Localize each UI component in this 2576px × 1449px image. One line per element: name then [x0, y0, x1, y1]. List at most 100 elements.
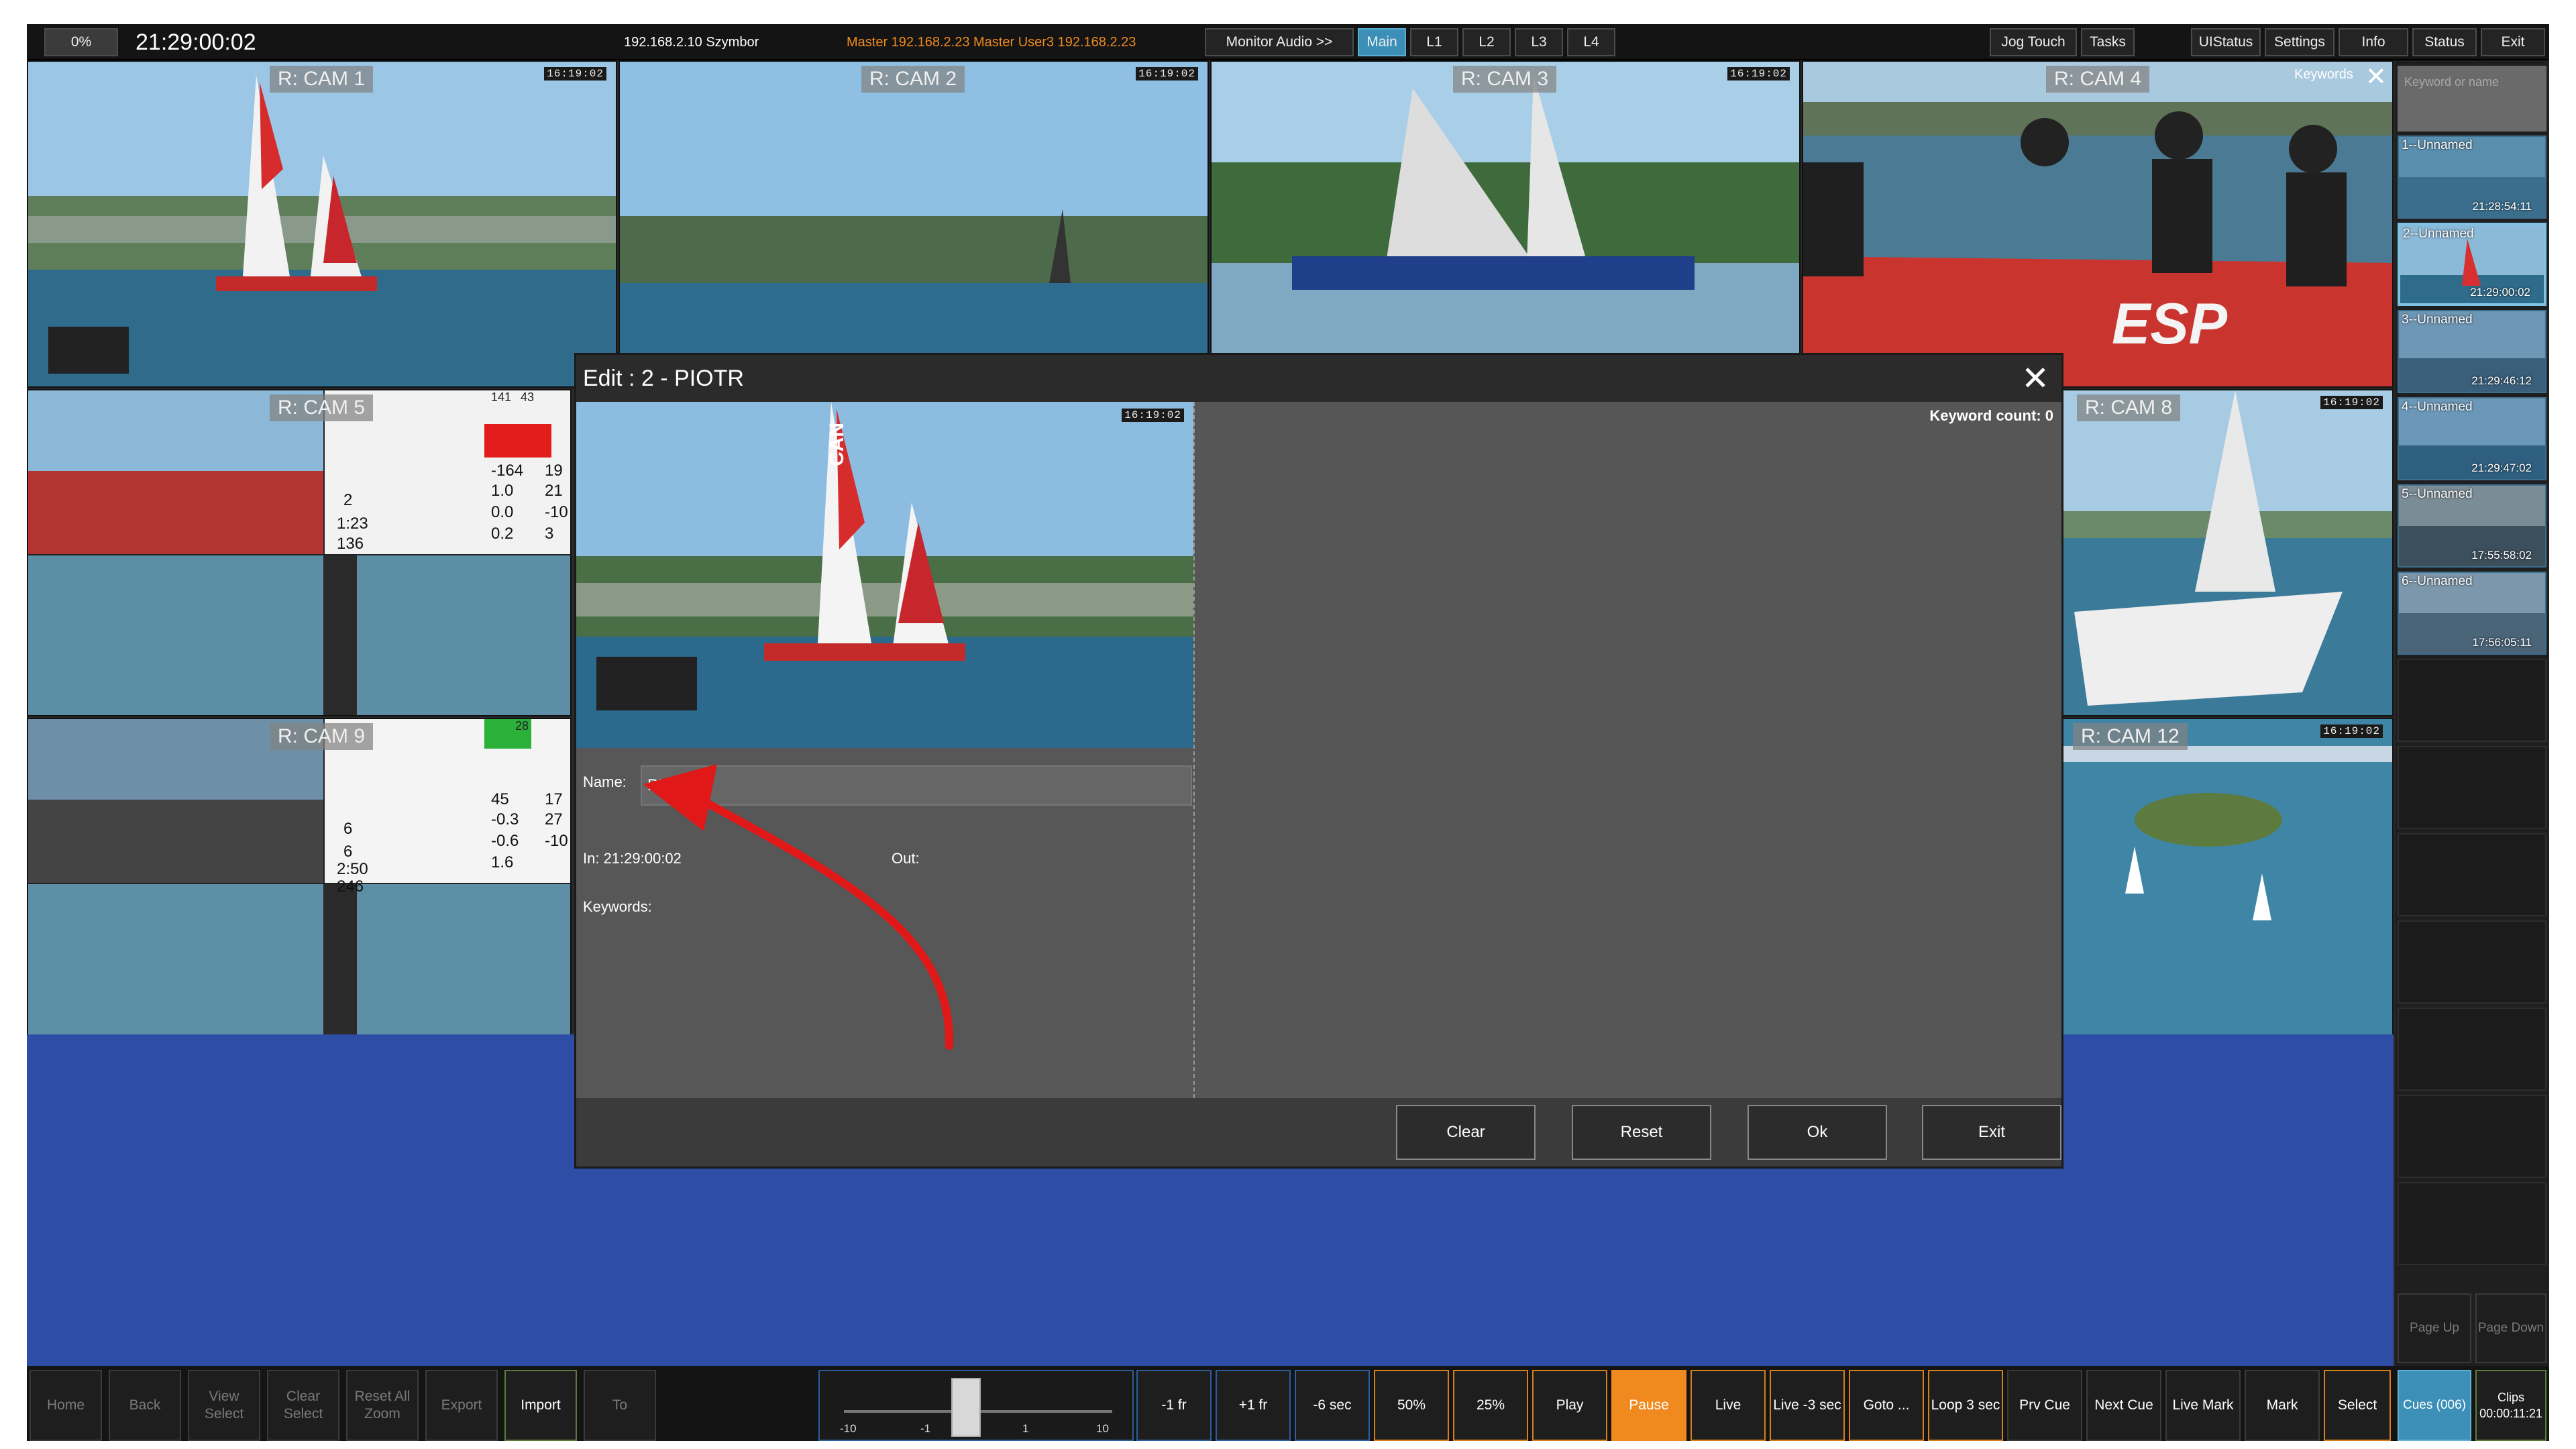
minus-1-frame-button[interactable]: -1 fr: [1136, 1370, 1212, 1441]
jog-slider[interactable]: -10 -1 1 10: [818, 1370, 1134, 1441]
view-select-button[interactable]: View Select: [188, 1370, 260, 1441]
page-up-button[interactable]: Page Up: [2398, 1293, 2471, 1363]
cue-item-6[interactable]: 6--Unnamed 17:56:05:11: [2398, 572, 2546, 655]
jog-handle[interactable]: [951, 1378, 981, 1437]
cam2-tile[interactable]: R: CAM 2 16:19:02: [619, 60, 1209, 388]
cue-item-2[interactable]: 2--Unnamed 21:29:00:02: [2398, 223, 2546, 306]
cue-item-5[interactable]: 5--Unnamed 17:55:58:02: [2398, 484, 2546, 568]
cam9-stat-8: 1.6: [491, 853, 514, 871]
cam5-label: R: CAM 5: [270, 394, 374, 421]
jog-label-minus10: -10: [840, 1422, 857, 1435]
goto-button[interactable]: Goto ...: [1849, 1370, 1924, 1441]
uistatus-button[interactable]: UIStatus: [2191, 28, 2261, 56]
jog-touch-button[interactable]: Jog Touch: [1990, 28, 2077, 56]
keyword-search-input[interactable]: Keyword or name: [2398, 66, 2546, 131]
cam9-stat-6: -0.6: [491, 832, 519, 850]
plus-1-frame-button[interactable]: +1 fr: [1216, 1370, 1291, 1441]
page-down-button[interactable]: Page Down: [2475, 1293, 2546, 1363]
cue-slot-empty[interactable]: [2398, 833, 2546, 916]
pause-button[interactable]: Pause: [1611, 1370, 1686, 1441]
cam5-stat-5: 1.0: [491, 482, 514, 500]
tab-l2[interactable]: L2: [1462, 28, 1511, 56]
red-arrow-annotation: [643, 764, 954, 1050]
to-button[interactable]: To: [584, 1370, 656, 1441]
status-button[interactable]: Status: [2412, 28, 2477, 56]
loop-3-sec-button[interactable]: Loop 3 sec: [1928, 1370, 2003, 1441]
home-button[interactable]: Home: [30, 1370, 102, 1441]
cam9-stat-11: 2:50: [337, 860, 368, 878]
cam5-tile[interactable]: R: CAM 5 141 43 -164 19 1.0 21 0.0 -10 0…: [27, 389, 572, 716]
tab-main[interactable]: Main: [1358, 28, 1406, 56]
cam9-stat-4: -0.3: [491, 810, 519, 828]
cam9-stat-2: 45: [491, 790, 509, 808]
cam5-stat-10: 3: [545, 525, 554, 543]
exit-button[interactable]: Exit: [2481, 28, 2545, 56]
cue-5-name: 5--Unnamed: [2402, 487, 2473, 501]
cue-1-time: 21:28:54:11: [2472, 200, 2532, 213]
back-button[interactable]: Back: [109, 1370, 181, 1441]
reset-all-zoom-button[interactable]: Reset All Zoom: [346, 1370, 419, 1441]
reset-button[interactable]: Reset: [1572, 1105, 1711, 1160]
next-cue-button[interactable]: Next Cue: [2086, 1370, 2161, 1441]
cam9-stat-1: 28: [515, 719, 529, 733]
cam5-stat-7: 0.0: [491, 503, 514, 521]
ok-button[interactable]: Ok: [1748, 1105, 1887, 1160]
cam2-video: [620, 62, 1208, 386]
cue-5-time: 17:55:58:02: [2471, 549, 2532, 561]
cue-slot-empty[interactable]: [2398, 746, 2546, 829]
dialog-header: Edit : 2 - PIOTR ✕: [576, 355, 2061, 402]
cam9-video: [28, 719, 570, 1045]
cam8-tile[interactable]: R: CAM 8 16:19:02: [2059, 389, 2394, 716]
cue-slot-empty[interactable]: [2398, 1095, 2546, 1178]
cam8-label: R: CAM 8: [2077, 394, 2181, 421]
tab-l3[interactable]: L3: [1515, 28, 1563, 56]
cue-slot-empty[interactable]: [2398, 1008, 2546, 1091]
cam9-stat-5: 27: [545, 810, 563, 828]
export-button[interactable]: Export: [425, 1370, 498, 1441]
info-button[interactable]: Info: [2339, 28, 2408, 56]
cam5-stat-13: 136: [337, 535, 364, 553]
play-button[interactable]: Play: [1532, 1370, 1607, 1441]
clips-tab[interactable]: Clips 00:00:11:21: [2475, 1370, 2546, 1441]
cue-2-name: 2--Unnamed: [2403, 227, 2474, 241]
cam9-tile[interactable]: R: CAM 9 28 45 17 -0.3 27 -0.6 -10 1.6 6…: [27, 718, 572, 1046]
cue-slot-empty[interactable]: [2398, 659, 2546, 742]
cam3-tile[interactable]: R: CAM 3 16:19:02: [1210, 60, 1801, 388]
cue-1-name: 1--Unnamed: [2402, 138, 2473, 152]
edit-cue-dialog: Edit : 2 - PIOTR ✕ 16:19:02 CAN Name: In…: [574, 353, 2063, 1169]
replay-app: 0% 21:29:00:02 192.168.2.10 Szymbor Mast…: [27, 24, 2549, 1441]
dialog-close-icon[interactable]: ✕: [2021, 359, 2049, 398]
settings-button[interactable]: Settings: [2265, 28, 2334, 56]
speed-50-button[interactable]: 50%: [1374, 1370, 1449, 1441]
live-mark-button[interactable]: Live Mark: [2165, 1370, 2241, 1441]
speed-25-button[interactable]: 25%: [1453, 1370, 1528, 1441]
mark-button[interactable]: Mark: [2245, 1370, 2320, 1441]
cam12-tile[interactable]: R: CAM 12 16:19:02: [2059, 718, 2394, 1046]
clear-button[interactable]: Clear: [1396, 1105, 1536, 1160]
cue-slot-empty[interactable]: [2398, 1182, 2546, 1265]
keywords-list-pane: Keyword count: 0: [1196, 402, 2061, 1098]
cam9-label: R: CAM 9: [270, 723, 374, 750]
tasks-button[interactable]: Tasks: [2081, 28, 2135, 56]
cam5-video: [28, 390, 570, 715]
dialog-exit-button[interactable]: Exit: [1922, 1105, 2061, 1160]
previous-cue-button[interactable]: Prv Cue: [2007, 1370, 2082, 1441]
live-minus-3-sec-button[interactable]: Live -3 sec: [1770, 1370, 1845, 1441]
cue-slot-empty[interactable]: [2398, 920, 2546, 1004]
cues-tab[interactable]: Cues (006): [2398, 1370, 2471, 1441]
cue-item-3[interactable]: 3--Unnamed 21:29:46:12: [2398, 310, 2546, 393]
cam4-tile[interactable]: R: CAM 4 ESP Keywords ✕: [1802, 60, 2394, 388]
minus-6-sec-button[interactable]: -6 sec: [1295, 1370, 1370, 1441]
tab-l4[interactable]: L4: [1567, 28, 1615, 56]
live-button[interactable]: Live: [1690, 1370, 1766, 1441]
select-button[interactable]: Select: [2324, 1370, 2391, 1441]
cue-item-1[interactable]: 1--Unnamed 21:28:54:11: [2398, 136, 2546, 219]
keywords-close-icon[interactable]: ✕: [2365, 62, 2387, 92]
import-button[interactable]: Import: [504, 1370, 577, 1441]
jog-label-minus1: -1: [920, 1422, 931, 1435]
monitor-audio-button[interactable]: Monitor Audio >>: [1205, 28, 1354, 56]
cue-item-4[interactable]: 4--Unnamed 21:29:47:02: [2398, 397, 2546, 480]
clear-select-button[interactable]: Clear Select: [267, 1370, 339, 1441]
cam1-tile[interactable]: R: CAM 1 16:19:02: [27, 60, 617, 388]
tab-l1[interactable]: L1: [1410, 28, 1458, 56]
